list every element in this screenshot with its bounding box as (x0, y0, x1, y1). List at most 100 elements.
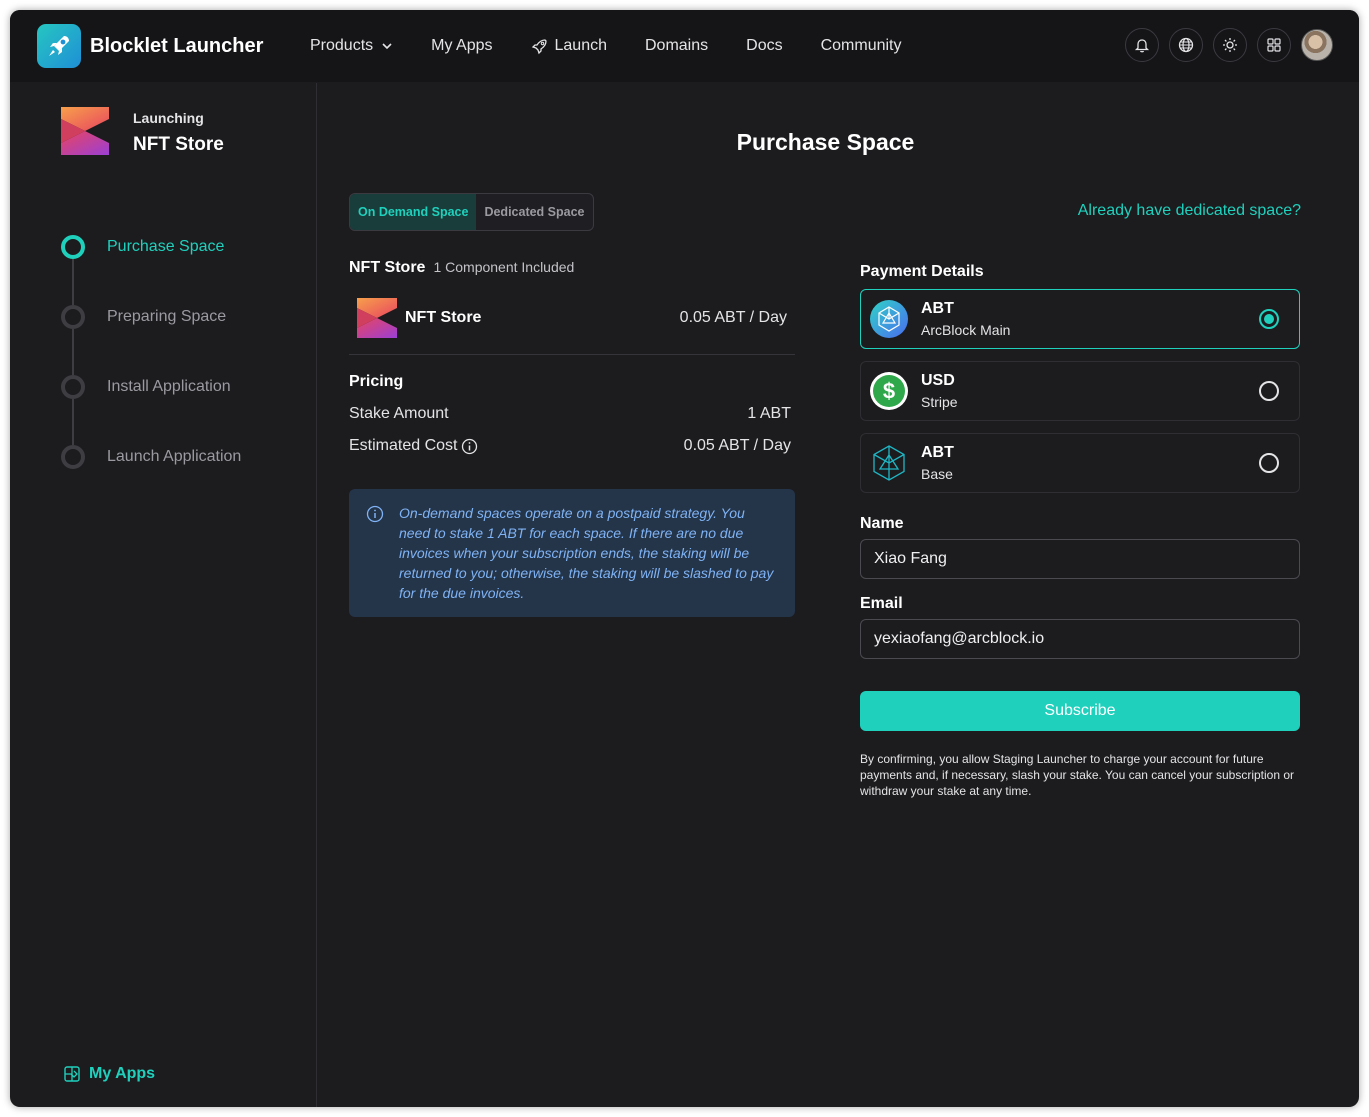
estimated-cost-label-wrap: Estimated Cost (349, 437, 478, 455)
user-avatar[interactable] (1301, 29, 1333, 61)
nav-products-label: Products (310, 37, 374, 54)
stake-amount-value: 1 ABT (747, 405, 791, 422)
sun-icon (1223, 38, 1237, 52)
step-label: Launch Application (107, 448, 242, 465)
step-preparing-space: Preparing Space (61, 305, 241, 375)
tab-dedicated-space[interactable]: Dedicated Space (476, 194, 592, 230)
payment-option-text: ABT ArcBlock Main (921, 300, 1010, 338)
nav-products[interactable]: Products (310, 37, 393, 55)
brand-name: Blocklet Launcher (90, 34, 264, 57)
nft-store-logo-icon (61, 107, 109, 155)
name-label: Name (860, 515, 904, 532)
payment-option-text: USD Stripe (921, 372, 958, 410)
subscribe-button[interactable]: Subscribe (860, 691, 1300, 731)
estimated-cost-row: Estimated Cost 0.05 ABT / Day (349, 437, 795, 455)
step-indicator-icon (61, 305, 85, 329)
main-nav: Products My Apps Launch Domains Docs Com… (310, 10, 940, 82)
step-install-application: Install Application (61, 375, 241, 445)
chevron-down-icon (382, 43, 392, 50)
launching-app-name: NFT Store (133, 134, 224, 155)
nav-community-label: Community (820, 37, 902, 54)
step-connector (72, 259, 74, 305)
payment-method: ArcBlock Main (921, 322, 1011, 338)
sidebar-my-apps-link[interactable]: My Apps (63, 1065, 155, 1083)
nav-community[interactable]: Community (821, 37, 902, 55)
payment-currency: ABT (921, 300, 954, 317)
payment-option-abt-main[interactable]: ABT ArcBlock Main (860, 289, 1300, 349)
postpaid-notice: On-demand spaces operate on a postpaid s… (349, 489, 795, 617)
launching-label: Launching (133, 110, 204, 126)
bell-icon (1134, 39, 1150, 53)
top-header: Blocklet Launcher Products My Apps Launc… (10, 10, 1359, 82)
already-have-dedicated-link[interactable]: Already have dedicated space? (1078, 202, 1301, 220)
notifications-button[interactable] (1125, 28, 1159, 62)
launch-steps: Purchase Space Preparing Space Install A… (61, 235, 241, 515)
language-button[interactable] (1169, 28, 1203, 62)
component-price: 0.05 ABT / Day (679, 308, 787, 326)
step-indicator-icon (61, 235, 85, 259)
step-connector (72, 399, 74, 445)
payment-radio[interactable] (1259, 309, 1279, 329)
estimated-cost-label: Estimated Cost (349, 437, 458, 454)
estimated-cost-value: 0.05 ABT / Day (683, 437, 791, 454)
component-title: NFT Store (349, 259, 426, 276)
component-header: NFT Store 1 Component Included (349, 259, 795, 277)
arcblock-main-icon (870, 300, 908, 338)
name-field[interactable] (860, 539, 1300, 579)
subscription-disclaimer: By confirming, you allow Staging Launche… (860, 752, 1295, 798)
globe-icon (1178, 37, 1194, 53)
purchase-main: Purchase Space On Demand Space Dedicated… (318, 83, 1333, 1107)
apps-grid-button[interactable] (1257, 28, 1291, 62)
step-label: Purchase Space (107, 238, 225, 255)
pricing-title: Pricing (349, 373, 404, 390)
step-purchase-space: Purchase Space (61, 235, 241, 305)
payment-currency: USD (921, 372, 955, 389)
nav-docs[interactable]: Docs (746, 37, 782, 55)
payment-currency: ABT (921, 444, 954, 461)
nav-domains[interactable]: Domains (645, 37, 708, 55)
step-indicator-icon (61, 445, 85, 469)
step-connector (72, 329, 74, 375)
space-type-tabs: On Demand Space Dedicated Space (349, 193, 594, 231)
app-window: Blocklet Launcher Products My Apps Launc… (10, 10, 1359, 1107)
launcher-logo-icon (37, 24, 81, 68)
step-label: Preparing Space (107, 308, 227, 325)
component-count: 1 Component Included (433, 259, 575, 275)
payment-option-abt-base[interactable]: ABT Base (860, 433, 1300, 493)
payment-method: Base (921, 466, 953, 482)
email-label: Email (860, 595, 903, 612)
component-row: NFT Store 0.05 ABT / Day (349, 295, 795, 355)
nav-launch[interactable]: Launch (531, 37, 608, 55)
brand[interactable]: Blocklet Launcher (37, 24, 263, 68)
nav-docs-label: Docs (746, 37, 783, 54)
payment-radio[interactable] (1259, 453, 1279, 473)
tab-on-demand-space[interactable]: On Demand Space (350, 194, 477, 230)
stake-amount-row: Stake Amount 1 ABT (349, 405, 795, 423)
nav-domains-label: Domains (645, 37, 709, 54)
nav-my-apps-label: My Apps (431, 37, 493, 54)
apps-icon (64, 1066, 80, 1082)
step-launch-application: Launch Application (61, 445, 241, 515)
launch-sidebar: Launching NFT Store Purchase Space Prepa… (37, 83, 317, 1107)
rocket-icon (531, 39, 547, 55)
theme-toggle-button[interactable] (1213, 28, 1247, 62)
content-area: Launching NFT Store Purchase Space Prepa… (37, 83, 1333, 1107)
payment-details-title: Payment Details (860, 263, 984, 280)
nft-store-icon (357, 297, 397, 338)
arcblock-base-icon (873, 445, 905, 481)
component-name: NFT Store (405, 308, 482, 326)
my-apps-label: My Apps (89, 1065, 156, 1082)
step-indicator-icon (61, 375, 85, 399)
info-icon[interactable] (461, 438, 478, 455)
step-label: Install Application (107, 378, 231, 395)
notice-text: On-demand spaces operate on a postpaid s… (399, 505, 774, 601)
payment-radio[interactable] (1259, 381, 1279, 401)
stake-amount-label: Stake Amount (349, 405, 449, 422)
svg-text:$: $ (883, 379, 895, 404)
info-icon (366, 505, 384, 523)
payment-option-usd-stripe[interactable]: $ USD Stripe (860, 361, 1300, 421)
nav-launch-label: Launch (554, 37, 608, 54)
dollar-icon: $ (870, 372, 908, 410)
email-field[interactable] (860, 619, 1300, 659)
nav-my-apps[interactable]: My Apps (431, 37, 492, 55)
